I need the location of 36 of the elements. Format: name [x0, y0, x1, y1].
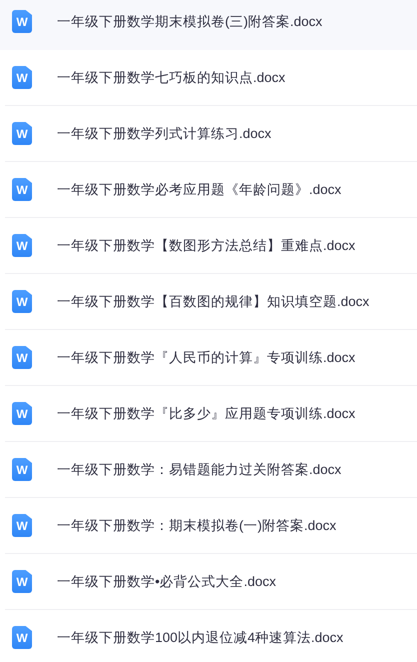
word-document-icon: W — [12, 458, 32, 481]
file-row[interactable]: W 一年级下册数学：期末模拟卷(一)附答案.docx — [5, 498, 417, 554]
word-document-icon: W — [12, 122, 32, 145]
file-name: 一年级下册数学『比多少』应用题专项训练.docx — [57, 404, 356, 422]
file-name: 一年级下册数学列式计算练习.docx — [57, 124, 272, 142]
file-name: 一年级下册数学100以内退位减4种速算法.docx — [57, 628, 344, 646]
file-name: 一年级下册数学【百数图的规律】知识填空题.docx — [57, 292, 370, 310]
file-name: 一年级下册数学期末模拟卷(三)附答案.docx — [57, 12, 322, 30]
word-document-icon: W — [12, 346, 32, 369]
file-row[interactable]: W 一年级下册数学『人民币的计算』专项训练.docx — [5, 330, 417, 386]
word-document-icon: W — [12, 514, 32, 537]
file-name: 一年级下册数学七巧板的知识点.docx — [57, 68, 286, 86]
file-name: 一年级下册数学：期末模拟卷(一)附答案.docx — [57, 516, 336, 534]
word-document-icon: W — [12, 10, 32, 33]
word-document-icon: W — [12, 66, 32, 89]
file-row[interactable]: W 一年级下册数学100以内退位减4种速算法.docx — [5, 610, 417, 662]
file-name: 一年级下册数学【数图形方法总结】重难点.docx — [57, 236, 356, 254]
word-document-icon: W — [12, 570, 32, 593]
word-document-icon: W — [12, 178, 32, 201]
file-row[interactable]: W 一年级下册数学七巧板的知识点.docx — [5, 50, 417, 106]
file-row[interactable]: W 一年级下册数学•必背公式大全.docx — [5, 554, 417, 610]
file-row[interactable]: W 一年级下册数学期末模拟卷(三)附答案.docx — [0, 0, 417, 50]
file-name: 一年级下册数学必考应用题《年龄问题》.docx — [57, 180, 342, 198]
file-row[interactable]: W 一年级下册数学必考应用题《年龄问题》.docx — [5, 162, 417, 218]
file-name: 一年级下册数学：易错题能力过关附答案.docx — [57, 460, 342, 478]
word-document-icon: W — [12, 626, 32, 649]
file-row[interactable]: W 一年级下册数学【数图形方法总结】重难点.docx — [5, 218, 417, 274]
file-row[interactable]: W 一年级下册数学【百数图的规律】知识填空题.docx — [5, 274, 417, 330]
word-document-icon: W — [12, 402, 32, 425]
word-document-icon: W — [12, 290, 32, 313]
file-name: 一年级下册数学•必背公式大全.docx — [57, 572, 276, 590]
file-row[interactable]: W 一年级下册数学：易错题能力过关附答案.docx — [5, 442, 417, 498]
file-row[interactable]: W 一年级下册数学列式计算练习.docx — [5, 106, 417, 162]
file-row[interactable]: W 一年级下册数学『比多少』应用题专项训练.docx — [5, 386, 417, 442]
file-name: 一年级下册数学『人民币的计算』专项训练.docx — [57, 348, 356, 366]
word-document-icon: W — [12, 234, 32, 257]
